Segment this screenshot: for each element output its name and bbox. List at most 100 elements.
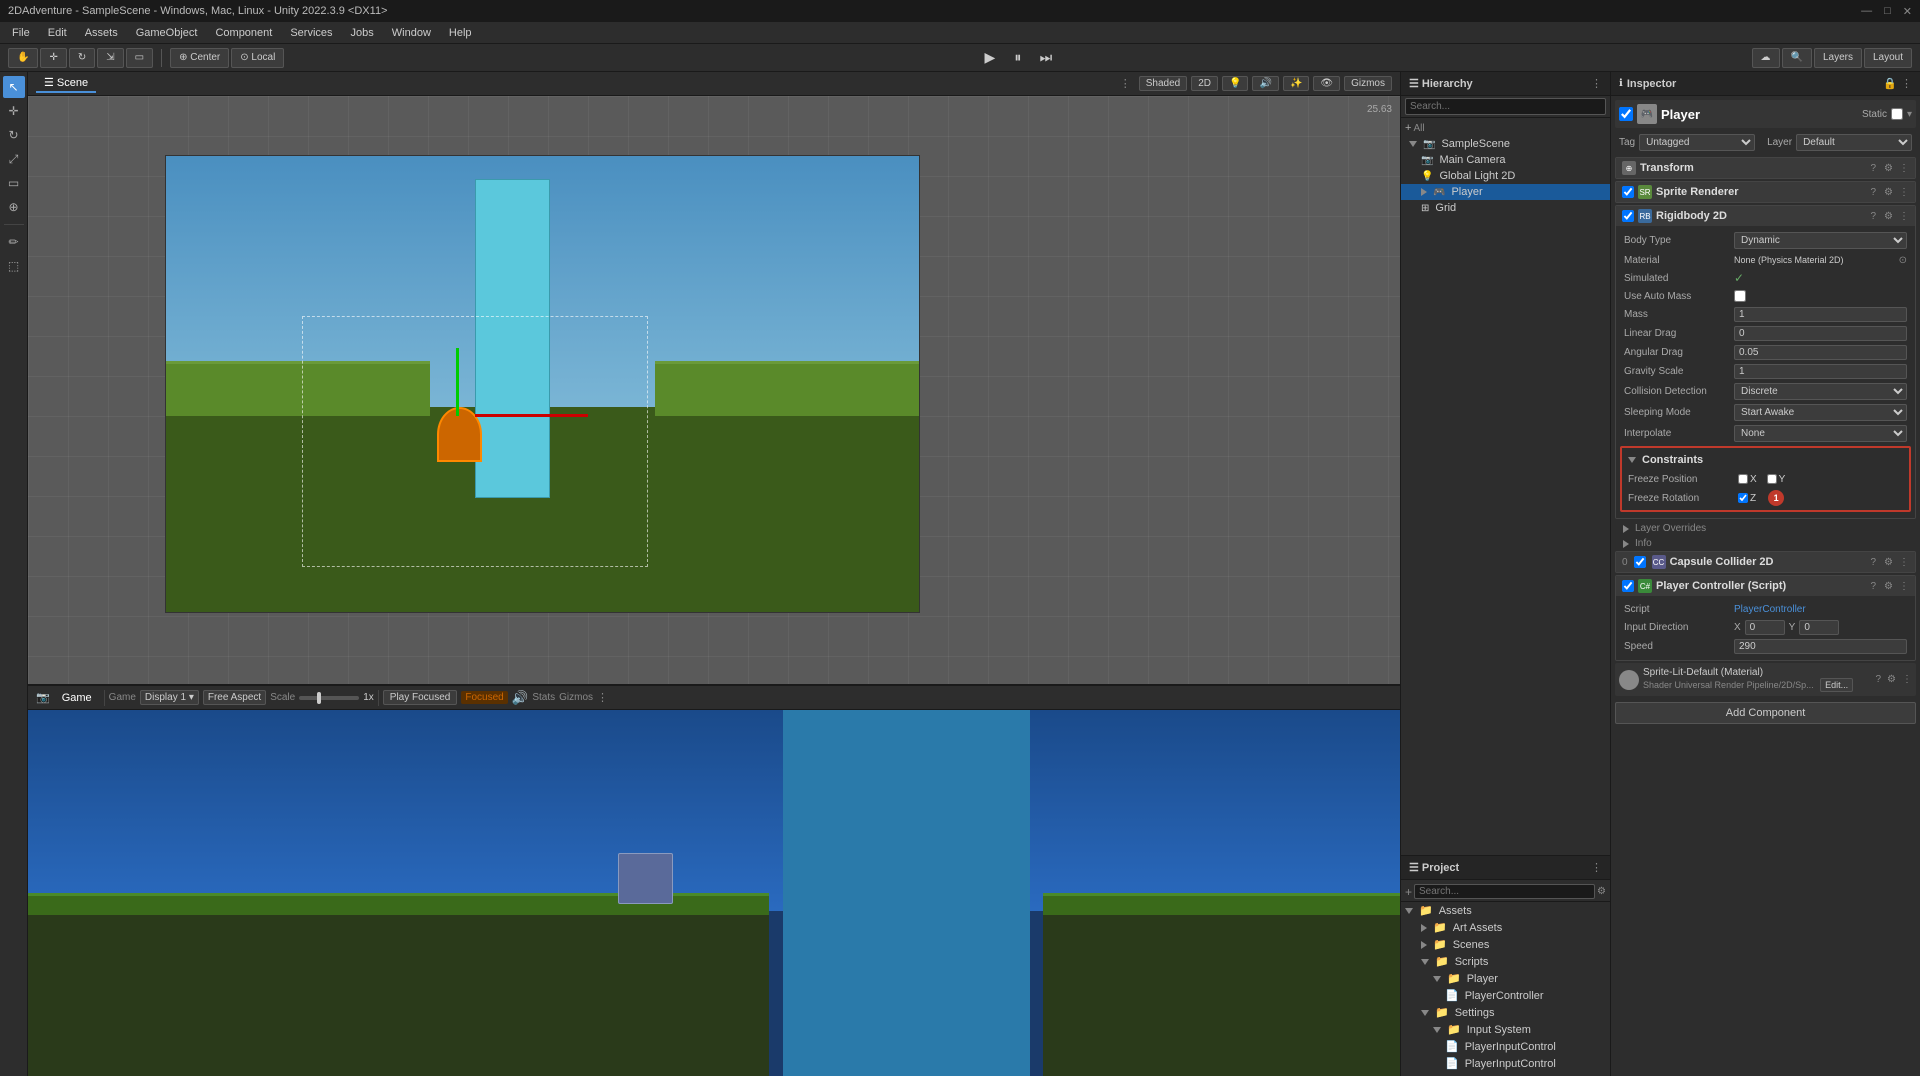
transform-tool[interactable]: ⊕ (3, 196, 25, 218)
hidden-obj-btn[interactable]: 👁 (1313, 76, 1340, 91)
inspector-more-icon[interactable]: ⋮ (1901, 77, 1912, 90)
gizmos-btn[interactable]: Gizmos (1344, 76, 1392, 91)
move-tool[interactable]: ✛ (3, 100, 25, 122)
scene-more-icon[interactable]: ⋮ (1120, 77, 1131, 90)
angular-drag-input[interactable] (1734, 345, 1907, 360)
game-display-select[interactable]: Display 1 ▾ (140, 690, 199, 705)
mass-input[interactable] (1734, 307, 1907, 322)
transform-settings-icon[interactable]: ⚙ (1884, 163, 1893, 174)
edit-btn[interactable]: Edit... (1820, 678, 1853, 692)
game-more-icon[interactable]: ⋮ (597, 691, 608, 704)
project-scenes[interactable]: 📁 Scenes (1401, 936, 1610, 953)
rigidbody2d-header[interactable]: RB Rigidbody 2D ? ⚙ ⋮ (1616, 206, 1915, 226)
center-btn[interactable]: ⊕ Center (170, 48, 229, 68)
linear-drag-input[interactable] (1734, 326, 1907, 341)
constraints-header[interactable]: Constraints (1624, 450, 1907, 470)
game-tab[interactable]: Game (54, 690, 100, 706)
speaker-btn[interactable]: 🔊 (512, 690, 529, 706)
rigidbody2d-more-icon[interactable]: ⋮ (1899, 211, 1909, 222)
transform-question-icon[interactable]: ? (1870, 163, 1876, 174)
custom-tool2[interactable]: ⬚ (3, 255, 25, 277)
simulated-checkmark[interactable]: ✓ (1734, 271, 1744, 285)
material-circle-icon[interactable]: ⊙ (1899, 255, 1907, 266)
player-controller-question-icon[interactable]: ? (1870, 581, 1876, 592)
freeze-pos-y-checkbox[interactable] (1767, 474, 1777, 484)
shade-btn[interactable]: Shaded (1139, 76, 1187, 91)
rect-tool[interactable]: ▭ (3, 172, 25, 194)
project-playerinputcontrol2[interactable]: 📄 PlayerInputControl (1401, 1055, 1610, 1072)
project-player-folder[interactable]: 📁 Player (1401, 970, 1610, 987)
body-type-select[interactable]: Dynamic (1734, 232, 1907, 249)
capsule-collider-header[interactable]: 0 CC Capsule Collider 2D ? ⚙ ⋮ (1616, 552, 1915, 572)
project-add-btn[interactable]: + (1405, 885, 1412, 899)
layers-btn[interactable]: Layers (1814, 48, 1862, 68)
player-controller-settings-icon[interactable]: ⚙ (1884, 581, 1893, 592)
select-tool[interactable]: ↖ (3, 76, 25, 98)
sprite-renderer-checkbox[interactable] (1622, 186, 1634, 198)
transform-y-handle[interactable] (456, 348, 459, 416)
inspector-lock-icon[interactable]: 🔒 (1883, 77, 1897, 90)
stats-btn[interactable]: Stats (532, 692, 555, 703)
use-auto-mass-checkbox[interactable] (1734, 290, 1746, 302)
project-settings[interactable]: 📁 Settings (1401, 1004, 1610, 1021)
capsule-collider-checkbox[interactable] (1634, 556, 1646, 568)
minimize-btn[interactable]: — (1861, 5, 1872, 18)
menu-window[interactable]: Window (384, 25, 439, 41)
freeze-pos-x-checkbox[interactable] (1738, 474, 1748, 484)
tag-select[interactable]: Untagged (1639, 134, 1755, 151)
step-button[interactable]: ⏭ (1034, 46, 1058, 70)
pause-button[interactable]: ⏸ (1006, 46, 1030, 70)
collab-btn[interactable]: ☁ (1752, 48, 1780, 68)
hierarchy-global-light[interactable]: 💡 Global Light 2D (1401, 168, 1610, 184)
freeze-pos-x-check[interactable]: X (1738, 474, 1757, 485)
layout-btn[interactable]: Layout (1864, 48, 1912, 68)
layer-select[interactable]: Default (1796, 134, 1912, 151)
static-checkbox[interactable] (1891, 108, 1903, 120)
transform-x-handle[interactable] (475, 414, 588, 417)
material-question-icon[interactable]: ? (1875, 674, 1881, 685)
menu-jobs[interactable]: Jobs (343, 25, 382, 41)
sprite-renderer-more-icon[interactable]: ⋮ (1899, 187, 1909, 198)
project-scripts[interactable]: 📁 Scripts (1401, 953, 1610, 970)
scene-tab[interactable]: ☰ Scene (36, 74, 96, 93)
interpolate-select[interactable]: None (1734, 425, 1907, 442)
transform-header[interactable]: ⊕ Transform ? ⚙ ⋮ (1616, 158, 1915, 178)
move-tool-btn[interactable]: ✛ (40, 48, 66, 68)
2d-btn[interactable]: 2D (1191, 76, 1218, 91)
project-input-system[interactable]: 📁 Input System (1401, 1021, 1610, 1038)
play-button[interactable]: ▶ (978, 46, 1002, 70)
player-controller-checkbox[interactable] (1622, 580, 1634, 592)
project-art-assets[interactable]: 📁 Art Assets (1401, 919, 1610, 936)
menu-help[interactable]: Help (441, 25, 480, 41)
freeze-rot-z-checkbox[interactable] (1738, 493, 1748, 503)
scale-slider[interactable] (299, 696, 359, 700)
object-name[interactable]: Player (1661, 107, 1858, 122)
collision-detection-select[interactable]: Discrete (1734, 383, 1907, 400)
menu-file[interactable]: File (4, 25, 38, 41)
add-component-button[interactable]: Add Component (1615, 702, 1916, 724)
project-playercontroller[interactable]: 📄 PlayerController (1401, 987, 1610, 1004)
rigidbody2d-settings-icon[interactable]: ⚙ (1884, 211, 1893, 222)
hierarchy-main-camera[interactable]: 📷 Main Camera (1401, 152, 1610, 168)
project-settings-btn[interactable]: ⚙ (1597, 886, 1606, 897)
static-dropdown[interactable]: ▾ (1907, 109, 1912, 120)
capsule-collider-settings-icon[interactable]: ⚙ (1884, 557, 1893, 568)
input-dir-y[interactable] (1799, 620, 1839, 635)
gravity-scale-input[interactable] (1734, 364, 1907, 379)
game-player[interactable] (618, 853, 673, 904)
scale-tool-btn[interactable]: ⇲ (97, 48, 123, 68)
menu-services[interactable]: Services (282, 25, 340, 41)
material-settings-icon[interactable]: ⚙ (1887, 674, 1896, 685)
freeze-rot-z-check[interactable]: Z (1738, 493, 1756, 504)
sleeping-mode-select[interactable]: Start Awake (1734, 404, 1907, 421)
input-dir-x[interactable] (1745, 620, 1785, 635)
project-more-icon[interactable]: ⋮ (1591, 861, 1602, 874)
player-controller-more-icon[interactable]: ⋮ (1899, 581, 1909, 592)
hierarchy-grid[interactable]: ⊞ Grid (1401, 200, 1610, 216)
info-row[interactable]: Info (1615, 536, 1916, 551)
sprite-renderer-settings-icon[interactable]: ⚙ (1884, 187, 1893, 198)
search-btn[interactable]: 🔍 (1782, 48, 1812, 68)
capsule-collider-question-icon[interactable]: ? (1870, 557, 1876, 568)
menu-assets[interactable]: Assets (77, 25, 126, 41)
play-focused-btn[interactable]: Play Focused (383, 690, 458, 705)
